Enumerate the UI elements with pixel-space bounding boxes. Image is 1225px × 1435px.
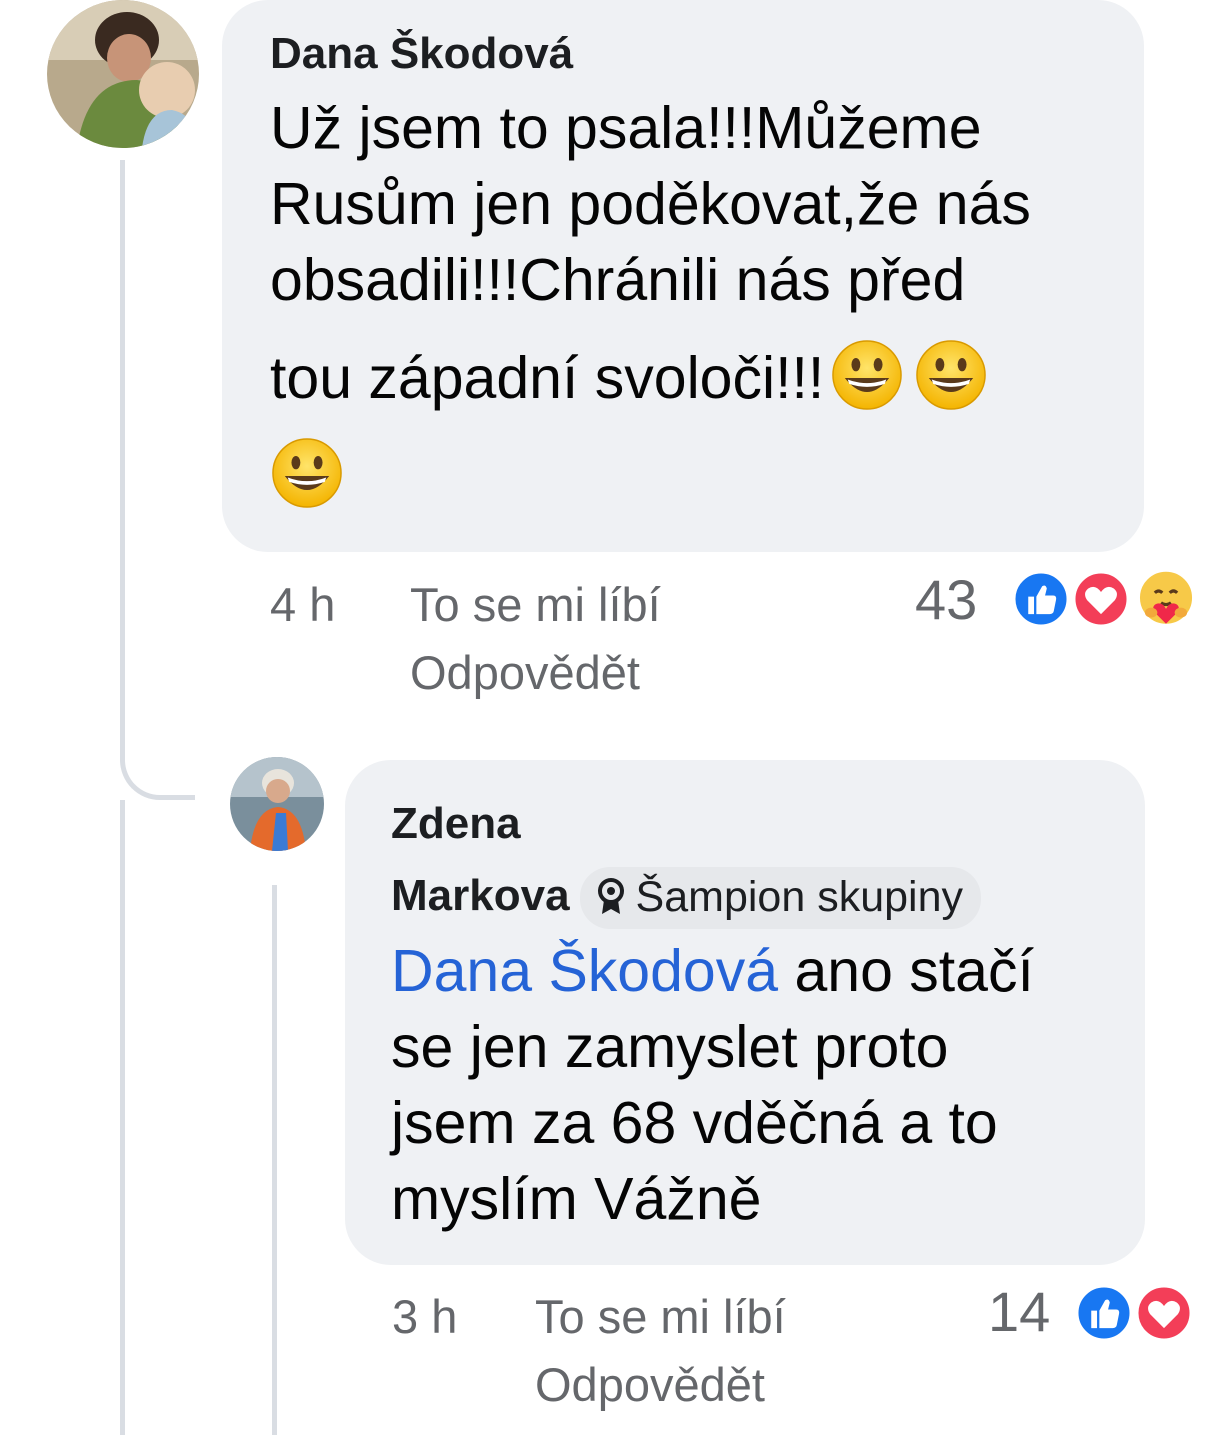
comment-text-line: obsadili!!!Chránili nás před [270,247,966,313]
award-icon [597,878,624,915]
reply-author-surname[interactable]: Markova [391,871,570,920]
reply-text-line: se jen zamyslet proto [391,1014,949,1081]
thread-connector [120,740,195,800]
reaction-count[interactable]: 43 [915,570,977,630]
reply-author[interactable]: Zdena [391,794,1099,854]
reply-text-line: jsem za 68 vděčná a to [391,1090,998,1157]
thread-line-lower [120,800,125,1435]
reply-text-span: ano stačí [778,938,1034,1005]
comment-author[interactable]: Dana Škodová [270,24,1096,84]
reaction-count[interactable]: 14 [988,1282,1050,1342]
avatar[interactable] [230,757,324,851]
thread-line-main [120,160,125,755]
reply-button[interactable]: Odpovědět [410,640,640,706]
reply-author-row: Markova Šampion skupiny [391,866,1099,930]
comment-text-line: Už jsem to psala!!!Můžeme [270,95,982,161]
comment-time[interactable]: 4 h [270,572,335,638]
reply-bubble: Zdena Markova Šampion skupiny Dana Škodo… [345,760,1145,1265]
love-icon[interactable] [1135,1284,1193,1342]
like-button[interactable]: To se mi líbí [535,1284,786,1350]
reply-text-line: Dana Škodová ano stačí [391,933,1099,1009]
like-icon[interactable] [1075,1284,1133,1342]
reply-text: Dana Škodová ano stačí se jen zamyslet p… [391,933,1099,1237]
comment-emoji-line [270,436,1096,514]
comment-text-line: Rusům jen poděkovat,že nás [270,171,1031,237]
like-button[interactable]: To se mi líbí [410,572,661,638]
group-champion-badge[interactable]: Šampion skupiny [579,867,982,930]
avatar-photo [230,757,324,851]
reply-text-line: myslím Vážně [391,1166,762,1233]
reply-button[interactable]: Odpovědět [535,1352,765,1418]
badge-label: Šampion skupiny [635,873,964,922]
comment-text-span: tou západní svoloči!!! [270,345,825,411]
reply-thread-line [272,885,277,1435]
reply-time[interactable]: 3 h [392,1284,457,1350]
grinning-face-icon [914,338,988,412]
grinning-face-icon [830,338,904,412]
avatar-photo [47,0,199,148]
avatar[interactable] [47,0,199,148]
comment-bubble: Dana Škodová Už jsem to psala!!!Můžeme R… [222,0,1144,552]
comment-text-line: tou západní svoloči!!! [270,338,1096,416]
comment-text: Už jsem to psala!!!Můžeme Rusům jen podě… [270,90,1096,514]
care-icon[interactable] [1135,568,1197,630]
love-icon[interactable] [1072,570,1130,628]
grinning-face-icon [270,436,344,510]
like-icon[interactable] [1012,570,1070,628]
mention-link[interactable]: Dana Škodová [391,938,778,1004]
